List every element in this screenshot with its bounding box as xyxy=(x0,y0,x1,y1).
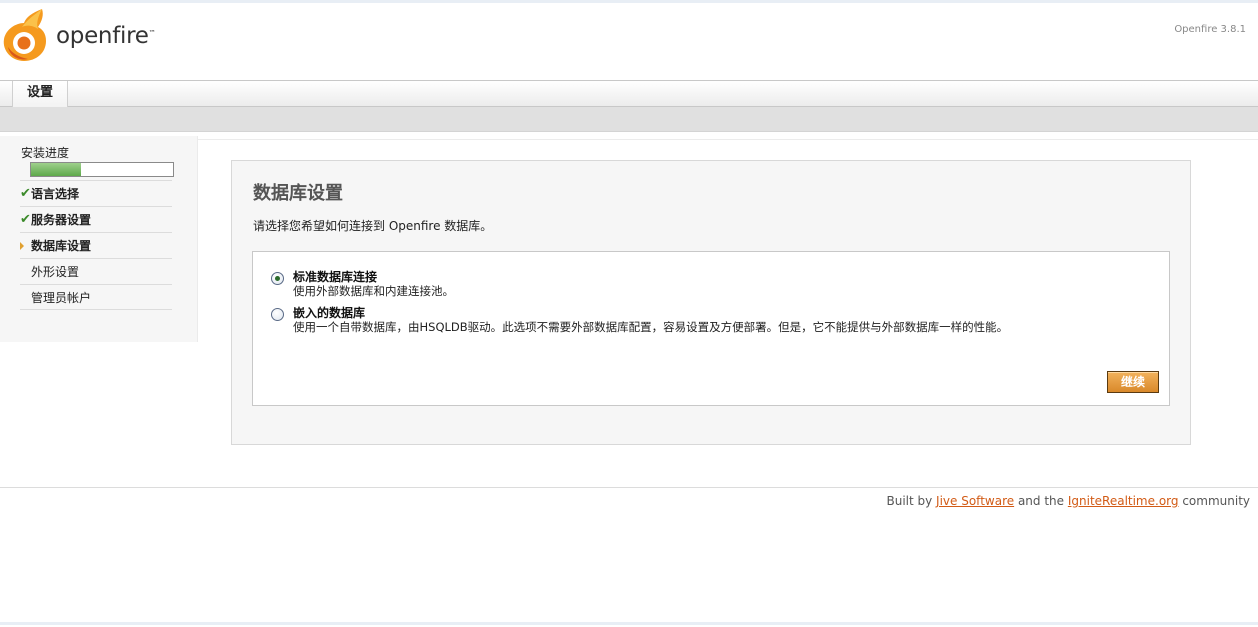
step-admin-account: 管理员帐户 xyxy=(20,284,172,310)
progress-fill xyxy=(31,163,81,176)
option-description: 使用外部数据库和内建连接池。 xyxy=(293,284,454,298)
current-arrow-icon xyxy=(20,233,31,259)
openfire-logo[interactable]: openfire™ xyxy=(2,7,156,61)
progress-label: 安装进度 xyxy=(21,146,70,160)
setup-steps: ✔ 语言选择 ✔ 服务器设置 数据库设置 外形设置 管理员帐户 xyxy=(20,180,172,310)
footer-text: community xyxy=(1178,494,1250,508)
step-server: ✔ 服务器设置 xyxy=(20,206,172,232)
version-label: Openfire 3.8.1 xyxy=(1174,24,1246,35)
content-divider xyxy=(198,139,1258,140)
option-description: 使用一个自带数据库，由HSQLDB驱动。此选项不需要外部数据库配置，容易设置及方… xyxy=(293,320,1009,334)
sub-nav-bar xyxy=(0,107,1258,132)
footer: Built by Jive Software and the IgniteRea… xyxy=(886,494,1250,508)
check-icon: ✔ xyxy=(20,186,31,201)
footer-divider xyxy=(0,487,1258,488)
igniterealtime-link[interactable]: IgniteRealtime.org xyxy=(1068,494,1179,508)
embedded-db-radio[interactable] xyxy=(271,308,284,321)
database-options-box: 标准数据库连接 使用外部数据库和内建连接池。 嵌入的数据库 使用一个自带数据库，… xyxy=(252,251,1170,406)
bottom-border xyxy=(0,622,1258,625)
continue-button[interactable]: 继续 xyxy=(1107,371,1159,393)
step-database: 数据库设置 xyxy=(20,232,172,258)
step-label: 数据库设置 xyxy=(31,239,92,253)
standard-db-radio[interactable] xyxy=(271,272,284,285)
page-description: 请选择您希望如何连接到 Openfire 数据库。 xyxy=(253,219,493,233)
footer-text: and the xyxy=(1014,494,1068,508)
step-label: 管理员帐户 xyxy=(31,291,92,305)
logo-wordmark: openfire™ xyxy=(56,23,156,49)
step-label: 语言选择 xyxy=(31,187,80,201)
check-icon: ✔ xyxy=(20,212,31,227)
tab-setup[interactable]: 设置 xyxy=(12,81,69,107)
footer-text: Built by xyxy=(886,494,937,508)
page-title: 数据库设置 xyxy=(253,183,343,204)
jive-software-link[interactable]: Jive Software xyxy=(936,494,1014,508)
setup-progress-bar xyxy=(30,162,174,177)
step-label: 服务器设置 xyxy=(31,213,92,227)
page: openfire™ Openfire 3.8.1 设置 安装进度 ✔ 语言选择 … xyxy=(0,0,1258,627)
step-language: ✔ 语言选择 xyxy=(20,180,172,206)
header: openfire™ Openfire 3.8.1 xyxy=(0,0,1258,80)
step-appearance: 外形设置 xyxy=(20,258,172,284)
flame-logo-icon xyxy=(2,7,50,61)
step-label: 外形设置 xyxy=(31,265,80,279)
tab-bar: 设置 xyxy=(0,80,1258,107)
database-settings-panel: 数据库设置 请选择您希望如何连接到 Openfire 数据库。 标准数据库连接 … xyxy=(231,160,1191,445)
setup-sidebar: 安装进度 ✔ 语言选择 ✔ 服务器设置 数据库设置 外形设置 管理员帐户 xyxy=(0,136,198,342)
